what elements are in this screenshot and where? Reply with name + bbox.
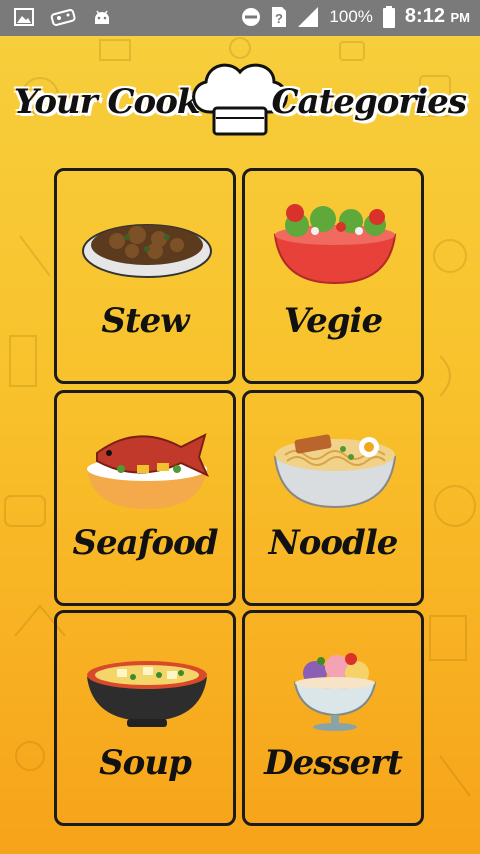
category-card-vegie[interactable]: Vegie: [242, 168, 424, 384]
category-label: Dessert: [264, 743, 403, 783]
game-controller-icon: [50, 8, 76, 26]
category-label: Soup: [99, 743, 192, 783]
app-header: Your Cook Categories: [0, 52, 480, 152]
category-grid: Stew Vegie Seafood Noodle Soup Dessert: [54, 168, 426, 830]
category-label: Seafood: [72, 523, 219, 563]
category-card-dessert[interactable]: Dessert: [242, 610, 424, 826]
category-label: Noodle: [268, 523, 399, 563]
svg-text:?: ?: [275, 11, 283, 26]
sim-question-icon: ?: [272, 6, 287, 27]
ramen-bowl-icon: [273, 434, 397, 509]
category-card-soup[interactable]: Soup: [54, 610, 236, 826]
battery-percent: 100%: [329, 6, 373, 26]
android-icon: [95, 10, 109, 24]
stew-plate-icon: [82, 224, 212, 278]
status-bar: ? 100% 8:12 PM: [0, 0, 480, 36]
battery-icon: [382, 5, 395, 28]
salad-bowl-icon: [273, 204, 397, 285]
do-not-disturb-icon: [242, 7, 261, 26]
category-card-stew[interactable]: Stew: [54, 168, 236, 384]
title-your-cook: Your Cook: [14, 82, 200, 122]
title-categories: Categories: [271, 82, 467, 122]
soup-bowl-icon: [87, 661, 207, 727]
category-label: Stew: [101, 301, 189, 341]
signal-icon: [298, 6, 319, 27]
image-icon: [14, 8, 34, 26]
category-card-seafood[interactable]: Seafood: [54, 390, 236, 606]
fish-plate-icon: [87, 433, 209, 509]
clock: 8:12 PM: [404, 5, 470, 27]
dessert-cup-icon: [293, 653, 377, 731]
category-card-noodle[interactable]: Noodle: [242, 390, 424, 606]
category-label: Vegie: [283, 301, 383, 341]
